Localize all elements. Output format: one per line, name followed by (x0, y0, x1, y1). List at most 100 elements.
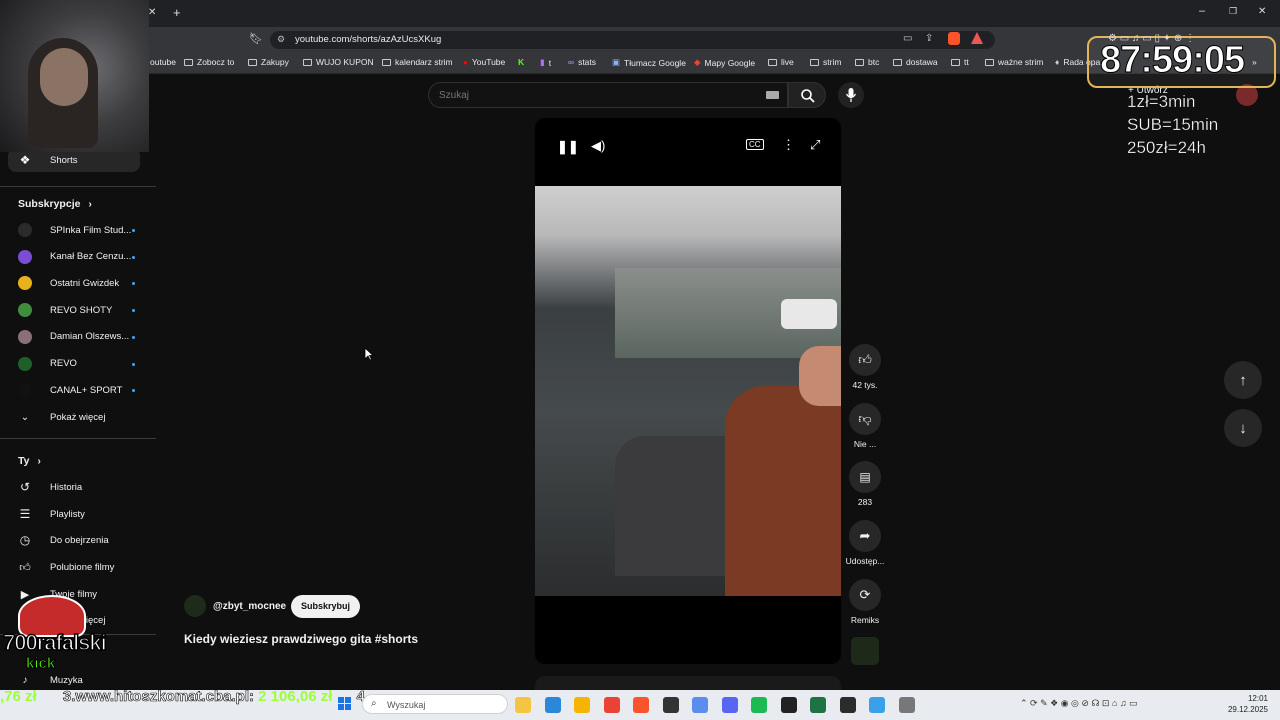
voice-search-button[interactable] (838, 82, 864, 108)
address-url[interactable]: youtube.com/shorts/azAzUcsXKug (295, 34, 441, 45)
channel-avatar[interactable] (184, 595, 206, 617)
remix-label: Remiks (850, 615, 880, 625)
folder-icon (248, 58, 257, 66)
you-title[interactable]: Ty › (18, 455, 41, 467)
sidebar-channel-item[interactable]: Damian Olszews... (14, 325, 139, 349)
short-title: Kiedy wieziesz prawdziwego gita #shorts (184, 632, 419, 646)
bookmark-icon[interactable]: 🔖︎ (249, 32, 263, 45)
pause-icon[interactable]: ❚❚ (557, 139, 579, 155)
bookmark-item[interactable]: tt (951, 57, 969, 67)
remix-button[interactable]: ⟳ Remiks (848, 579, 882, 625)
dislike-button[interactable]: 👎︎ Nie ... (848, 403, 882, 449)
sidebar-channel-item[interactable]: Kanał Bez Cenzu... (14, 245, 139, 269)
store-icon[interactable] (544, 697, 561, 713)
sidebar-channel-item[interactable]: Ostatni Gwizdek (14, 271, 139, 295)
comments-button[interactable]: ▤ 283 (848, 461, 882, 507)
search-box (428, 82, 788, 108)
new-tab-icon[interactable]: + (173, 5, 181, 20)
bookmark-item[interactable]: btc (855, 57, 879, 67)
bookmark-item[interactable]: Zobocz to (184, 57, 234, 67)
bookmark-item[interactable]: dostawa (893, 57, 938, 67)
subscribe-button[interactable]: Subskrybuj (291, 595, 361, 618)
youtube-icon: ● (463, 57, 468, 67)
channel-name[interactable]: @zbyt_mocnee (213, 601, 286, 612)
brave-icon[interactable] (633, 697, 649, 713)
dislike-label: Nie ... (853, 439, 877, 449)
divider (0, 438, 156, 439)
microphone-icon (845, 88, 857, 102)
notepad-icon[interactable] (869, 697, 885, 713)
sidebar-channel-item[interactable]: CANAL+ SPORT (14, 378, 139, 402)
bookmark-item[interactable]: ▣ Tłumacz Google (612, 57, 686, 68)
sidebar-channel-item[interactable]: REVO SHOTY (14, 298, 139, 322)
file-explorer-icon[interactable] (515, 697, 531, 713)
bookmark-item[interactable]: kalendarz strim (382, 57, 453, 67)
chrome-icon[interactable] (603, 697, 620, 713)
settings-icon[interactable] (898, 697, 915, 713)
next-short-button[interactable]: ↓ (1224, 409, 1262, 447)
spotify-icon[interactable] (751, 697, 767, 713)
cast-icon[interactable]: ▭ (903, 33, 912, 44)
terminal-icon[interactable] (839, 697, 856, 713)
bookmark-item[interactable]: ważne strim (985, 57, 1043, 67)
subscriptions-title[interactable]: Subskrypcje › (18, 198, 92, 210)
sidebar-channel-item[interactable]: REVO (14, 352, 139, 376)
keyboard-icon[interactable] (766, 91, 779, 99)
share-button[interactable]: ➦ Udostęp... (842, 520, 888, 566)
maximize-icon[interactable]: ❐ (1229, 6, 1237, 17)
folder-icon (768, 58, 777, 66)
sidebar-channel-item[interactable]: SPInka Film Stud... (14, 218, 139, 242)
close-window-icon[interactable]: ✕ (1258, 6, 1266, 17)
search-button[interactable] (788, 82, 826, 108)
show-more-subscriptions[interactable]: ⌄ Pokaż więcej (14, 405, 139, 429)
bookmark-item[interactable]: outube (150, 57, 176, 67)
sidebar-item-watch-later[interactable]: ◷ Do obejrzenia (14, 528, 139, 552)
clock[interactable]: 12:01 29.12.2025 (1220, 694, 1268, 714)
app-icon[interactable] (692, 697, 708, 713)
messenger-icon[interactable] (780, 697, 797, 713)
audio-thumbnail[interactable] (851, 637, 879, 665)
chevron-down-icon: ⌄ (20, 411, 30, 423)
bookmark-item[interactable]: ◆ Mapy Google (694, 57, 755, 68)
streamer-face (40, 48, 88, 106)
sidebar-item-playlists[interactable]: ☰ Playlisty (14, 502, 139, 526)
like-button[interactable]: 👍︎ 42 tys. (848, 344, 882, 390)
sidebar-item-music[interactable]: ♪ Muzyka (14, 672, 139, 688)
volume-icon[interactable]: ◀) (591, 138, 605, 154)
search-input[interactable] (439, 88, 739, 102)
folder-icon[interactable] (574, 697, 590, 713)
bookmark-item[interactable]: strim (810, 57, 841, 67)
sidebar-item-label: Playlisty (50, 508, 85, 520)
bookmark-item[interactable]: live (768, 57, 794, 67)
fullscreen-icon[interactable]: ⤢ (810, 137, 820, 153)
close-tab-icon[interactable]: ✕ (148, 7, 156, 18)
channel-avatar (18, 303, 32, 318)
chevron-right-icon: › (37, 455, 41, 467)
share-page-icon[interactable]: ⇪ (925, 33, 933, 44)
discord-icon[interactable] (721, 697, 738, 713)
captions-icon[interactable]: CC (746, 139, 764, 150)
sidebar-item-history[interactable]: ↺ Historia (14, 475, 139, 499)
brave-rewards-icon[interactable] (971, 32, 983, 44)
obs-icon[interactable] (662, 697, 679, 713)
windows-start-icon[interactable] (338, 697, 352, 711)
channel-avatar (18, 249, 32, 264)
minimize-icon[interactable]: – (1199, 5, 1205, 17)
next-short-preview[interactable] (535, 676, 841, 690)
bookmark-item[interactable]: ● YouTube (463, 57, 505, 67)
taskbar-search[interactable]: ⌕ Wyszukaj (362, 694, 508, 714)
folder-icon (985, 58, 994, 66)
system-tray-icons[interactable]: ⌃ ⟳ ✎ ❖ ◉ ◎ ⊘ ☊ ⊡ ⌂ ♫ ▭ (1020, 698, 1138, 709)
kick-bookmark-icon[interactable]: K (518, 57, 524, 67)
bookmark-item[interactable]: WUJO KUPON (303, 57, 374, 67)
brave-shield-icon[interactable] (948, 32, 960, 45)
more-options-icon[interactable]: ⋮ (782, 137, 795, 153)
site-info-icon[interactable]: ⚙ (277, 34, 285, 45)
previous-short-button[interactable]: ↑ (1224, 361, 1262, 399)
bookmark-item[interactable]: Zakupy (248, 57, 289, 67)
bookmark-item[interactable]: ∞ stats (568, 57, 596, 67)
sidebar-item-liked[interactable]: 👍︎ Polubione filmy (14, 555, 139, 579)
bookmark-item[interactable]: ▮ t (540, 57, 551, 68)
short-video-player[interactable]: ❚❚ ◀) CC ⋮ ⤢ (535, 118, 841, 664)
excel-icon[interactable] (810, 697, 826, 713)
